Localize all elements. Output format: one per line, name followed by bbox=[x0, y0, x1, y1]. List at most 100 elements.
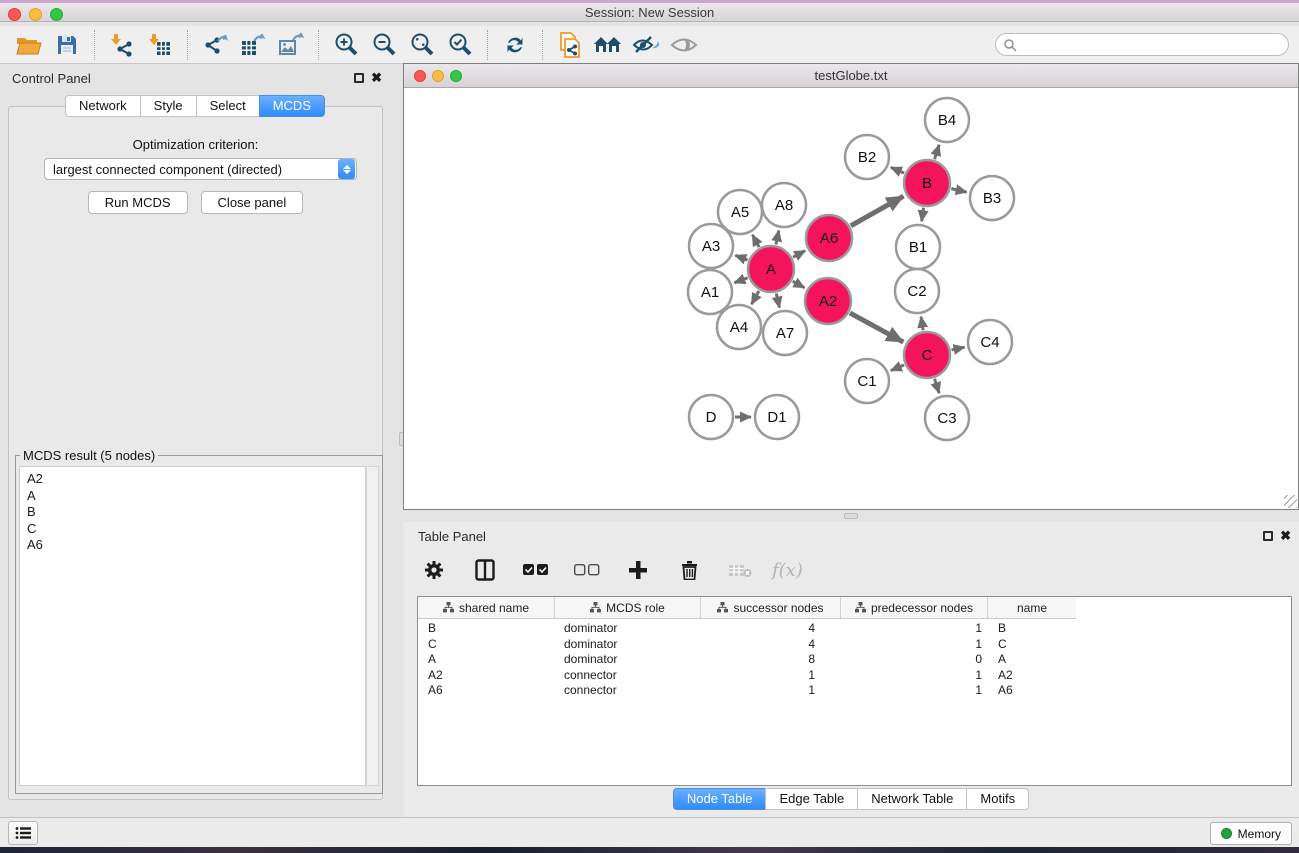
graph-node-C3[interactable]: C3 bbox=[925, 396, 969, 440]
table-cell[interactable]: 1 bbox=[701, 668, 841, 684]
tab-network[interactable]: Network bbox=[65, 95, 140, 117]
search-field[interactable] bbox=[995, 33, 1289, 56]
table-cell[interactable]: 4 bbox=[701, 637, 841, 653]
optimization-criterion-select[interactable]: largest connected component (directed) bbox=[44, 158, 357, 180]
deselect-all-columns-button[interactable] bbox=[570, 555, 604, 585]
table-cell[interactable]: dominator bbox=[555, 621, 701, 637]
mcds-result-list[interactable]: A2ABCA6 bbox=[19, 466, 366, 786]
graph-edge-B-B3[interactable] bbox=[951, 189, 966, 193]
float-table-panel-icon[interactable] bbox=[1263, 531, 1273, 541]
graph-node-C1[interactable]: C1 bbox=[845, 359, 889, 403]
refresh-button[interactable] bbox=[498, 30, 532, 60]
zoom-out-button[interactable] bbox=[367, 30, 401, 60]
tab-node-table[interactable]: Node Table bbox=[673, 788, 766, 810]
graph-node-A4[interactable]: A4 bbox=[717, 305, 761, 349]
graph-node-B[interactable]: B bbox=[904, 160, 950, 206]
graph-edge-A-A1[interactable] bbox=[734, 278, 747, 283]
graph-node-D[interactable]: D bbox=[689, 395, 733, 439]
table-cell[interactable]: dominator bbox=[555, 637, 701, 653]
home-button[interactable] bbox=[591, 30, 625, 60]
graph-edge-C-C4[interactable] bbox=[951, 347, 964, 350]
table-cell[interactable]: A6 bbox=[988, 683, 1076, 699]
graph-node-B3[interactable]: B3 bbox=[970, 176, 1014, 220]
graph-node-C4[interactable]: C4 bbox=[968, 320, 1012, 364]
table-cell[interactable]: 4 bbox=[701, 621, 841, 637]
select-all-columns-button[interactable] bbox=[519, 555, 553, 585]
table-cell[interactable]: 1 bbox=[701, 683, 841, 699]
table-cell[interactable]: B bbox=[988, 621, 1076, 637]
node-table[interactable]: shared name MCDS role successor nodes pr… bbox=[417, 596, 1292, 786]
table-cell[interactable]: dominator bbox=[555, 652, 701, 668]
table-cell[interactable]: 8 bbox=[701, 652, 841, 668]
table-cell[interactable]: C bbox=[418, 637, 555, 653]
zoom-selected-button[interactable] bbox=[443, 30, 477, 60]
mcds-result-item[interactable]: B bbox=[27, 504, 365, 521]
column-header-name[interactable]: name bbox=[988, 597, 1076, 618]
graph-edge-A-A2[interactable] bbox=[793, 281, 805, 288]
table-row[interactable]: A2connector11A2 bbox=[418, 668, 1291, 684]
table-cell[interactable]: 0 bbox=[841, 652, 988, 668]
graph-node-B4[interactable]: B4 bbox=[925, 98, 969, 142]
table-cell[interactable]: 1 bbox=[841, 683, 988, 699]
window-resize-handle[interactable] bbox=[1284, 495, 1297, 508]
network-canvas[interactable]: B4B2BB3A8A5A6A3B1AC2A1A2A4A7C4CC1DD1C3 bbox=[404, 88, 1298, 509]
import-network-button[interactable] bbox=[105, 30, 139, 60]
run-mcds-button[interactable]: Run MCDS bbox=[88, 191, 188, 214]
open-session-button[interactable] bbox=[12, 30, 46, 60]
mcds-result-item[interactable]: C bbox=[27, 521, 365, 538]
node-table-rows[interactable]: Bdominator41BCdominator41CAdominator80AA… bbox=[418, 621, 1291, 699]
memory-button[interactable]: Memory bbox=[1210, 822, 1292, 845]
mcds-result-item[interactable]: A2 bbox=[27, 471, 365, 488]
delete-column-button[interactable] bbox=[672, 555, 706, 585]
graph-edge-A-A8[interactable] bbox=[776, 230, 779, 244]
graph-edge-C-C3[interactable] bbox=[935, 379, 940, 393]
column-header-predecessor-nodes[interactable]: predecessor nodes bbox=[841, 597, 988, 618]
tab-network-table[interactable]: Network Table bbox=[857, 788, 966, 810]
graph-node-C[interactable]: C bbox=[904, 332, 950, 378]
graph-node-B1[interactable]: B1 bbox=[896, 225, 940, 269]
graph-edge-B-B4[interactable] bbox=[935, 145, 940, 159]
table-cell[interactable]: A bbox=[988, 652, 1076, 668]
export-network-button[interactable] bbox=[198, 30, 232, 60]
graph-edge-A-A7[interactable] bbox=[776, 293, 779, 307]
mcds-result-item[interactable]: A6 bbox=[27, 537, 365, 554]
table-cell[interactable]: C bbox=[988, 637, 1076, 653]
graph-node-C2[interactable]: C2 bbox=[895, 269, 939, 313]
tab-edge-table[interactable]: Edge Table bbox=[765, 788, 857, 810]
export-table-button[interactable] bbox=[236, 30, 270, 60]
column-header-successor-nodes[interactable]: successor nodes bbox=[701, 597, 841, 618]
table-cell[interactable]: A bbox=[418, 652, 555, 668]
task-history-button[interactable] bbox=[8, 821, 38, 845]
tab-motifs[interactable]: Motifs bbox=[966, 788, 1029, 810]
tab-style[interactable]: Style bbox=[140, 95, 196, 117]
table-cell[interactable]: B bbox=[418, 621, 555, 637]
graph-edge-A-A3[interactable] bbox=[735, 255, 747, 260]
result-list-scrollbar[interactable] bbox=[366, 466, 379, 786]
graph-edge-A-A6[interactable] bbox=[793, 251, 805, 257]
import-table-button[interactable] bbox=[143, 30, 177, 60]
delete-table-button[interactable] bbox=[723, 555, 757, 585]
graph-edge-C-C2[interactable] bbox=[921, 317, 923, 331]
graph-edge-B-B1[interactable] bbox=[922, 208, 924, 221]
graph-edge-A-A5[interactable] bbox=[752, 235, 759, 247]
export-image-button[interactable] bbox=[274, 30, 308, 60]
table-cell[interactable]: A2 bbox=[988, 668, 1076, 684]
show-column-panel-button[interactable] bbox=[468, 555, 502, 585]
close-panel-icon[interactable]: ✖ bbox=[371, 71, 382, 84]
graph-edge-A2-C[interactable] bbox=[850, 313, 903, 342]
graph-node-B2[interactable]: B2 bbox=[845, 135, 889, 179]
graph-node-A[interactable]: A bbox=[748, 246, 794, 292]
close-panel-button[interactable]: Close panel bbox=[201, 191, 304, 214]
graph-node-A1[interactable]: A1 bbox=[688, 270, 732, 314]
table-cell[interactable]: connector bbox=[555, 668, 701, 684]
show-graphics-details-button[interactable] bbox=[667, 30, 701, 60]
graph-edge-B-B2[interactable] bbox=[891, 167, 904, 173]
network-from-clipboard-button[interactable] bbox=[553, 30, 587, 60]
graph-edge-C-C1[interactable] bbox=[891, 365, 904, 371]
save-session-button[interactable] bbox=[50, 30, 84, 60]
table-cell[interactable]: connector bbox=[555, 683, 701, 699]
graph-node-A8[interactable]: A8 bbox=[762, 183, 806, 227]
table-cell[interactable]: 1 bbox=[841, 668, 988, 684]
table-cell[interactable]: 1 bbox=[841, 637, 988, 653]
hide-annotations-button[interactable] bbox=[629, 30, 663, 60]
